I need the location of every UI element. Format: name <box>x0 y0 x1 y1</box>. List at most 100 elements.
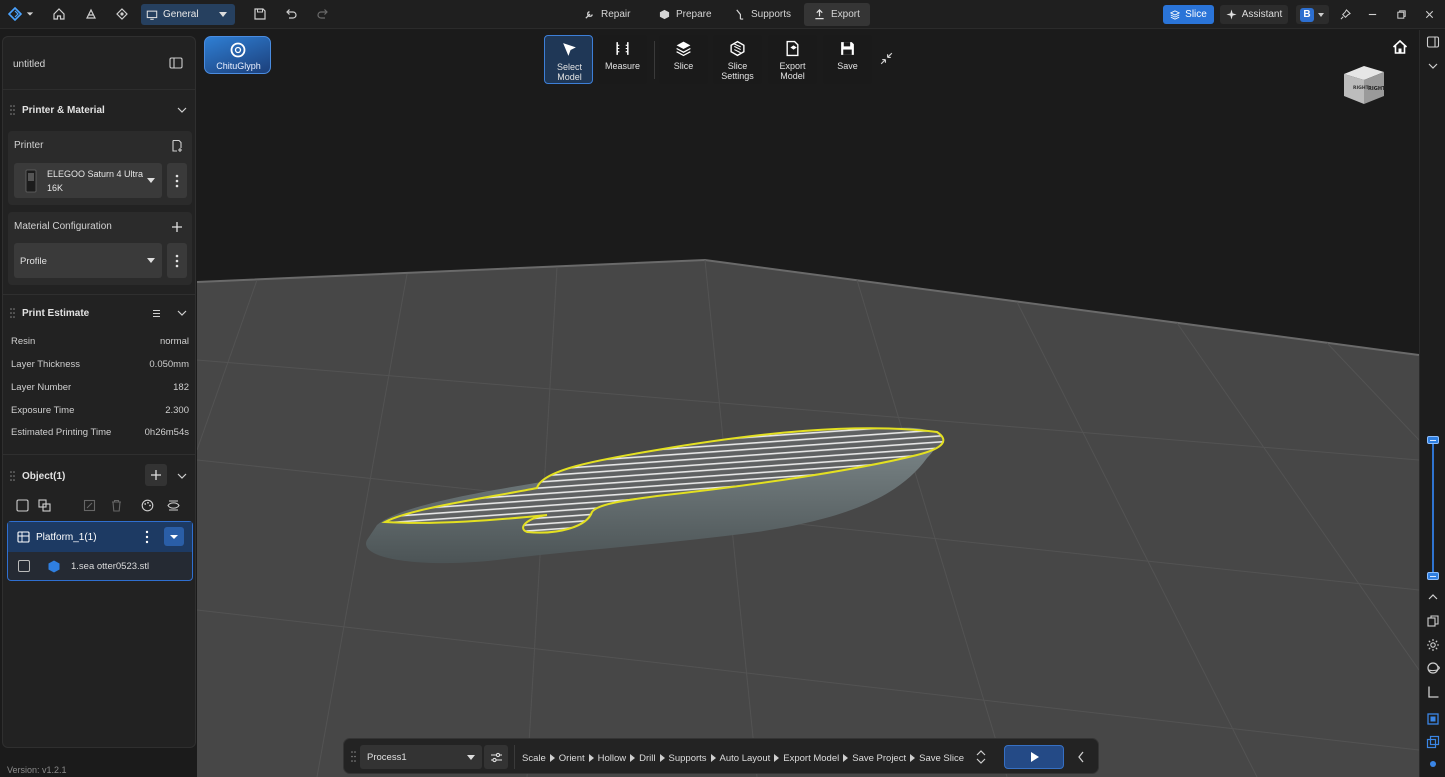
printer-select[interactable]: ELEGOO Saturn 4 Ultra 16K <box>14 163 162 198</box>
process-step[interactable]: Save Slice <box>919 753 964 764</box>
profile-more-button[interactable] <box>167 243 187 278</box>
slice-button[interactable]: Slice <box>1163 5 1214 24</box>
chevron-left-icon[interactable] <box>1077 751 1085 763</box>
collapse-toolbar-icon[interactable] <box>879 51 894 66</box>
restore-icon[interactable] <box>1393 6 1409 22</box>
printer-more-button[interactable] <box>167 163 187 198</box>
project-title: untitled <box>13 59 46 70</box>
save-file-icon[interactable] <box>249 4 271 24</box>
drag-grip-icon[interactable] <box>10 308 15 318</box>
select-all-checkbox[interactable] <box>14 497 30 513</box>
process-step[interactable]: Supports <box>669 753 707 764</box>
select-model-tool[interactable]: Select Model <box>544 35 593 84</box>
printer-material-header[interactable]: Printer & Material <box>3 101 195 121</box>
viewcube-face-label-right: RIGHT <box>1368 86 1386 92</box>
step-arrow-icon <box>910 754 916 762</box>
view-cube[interactable]: RIGHT RIGHT <box>1340 62 1388 108</box>
app-logo-icon[interactable] <box>4 4 26 24</box>
palette-icon[interactable] <box>139 497 155 513</box>
copy-view-icon[interactable] <box>1426 614 1440 628</box>
multi-layer-icon[interactable] <box>1426 735 1440 749</box>
layer-slider-bottom-handle[interactable] <box>1427 572 1439 580</box>
file-checkbox[interactable] <box>18 560 30 572</box>
export-model-icon <box>786 40 799 57</box>
drag-grip-icon[interactable] <box>10 471 15 481</box>
panel-toggle-icon[interactable] <box>1426 35 1440 49</box>
assistant-button[interactable]: Assistant <box>1220 5 1288 24</box>
measure-icon <box>616 42 629 55</box>
process-select[interactable]: Process1 <box>360 745 482 769</box>
account-menu-button[interactable]: B <box>1296 5 1329 24</box>
network-icon[interactable] <box>111 4 133 24</box>
tab-export[interactable]: Export <box>804 3 870 26</box>
layer-view-icon[interactable] <box>1426 712 1440 726</box>
orbit-icon[interactable] <box>1426 661 1440 675</box>
group-select-icon[interactable] <box>36 497 52 513</box>
3d-viewport[interactable] <box>197 30 1419 777</box>
app-menu-chevron-icon[interactable] <box>24 4 36 24</box>
platform-row[interactable]: Platform_1(1) <box>8 522 192 552</box>
run-process-button[interactable] <box>1004 745 1064 769</box>
drag-grip-icon[interactable] <box>351 751 356 762</box>
visibility-icon[interactable] <box>165 497 181 513</box>
minimize-icon[interactable] <box>1364 6 1380 22</box>
close-icon[interactable] <box>1421 6 1437 22</box>
print-estimate-header[interactable]: Print Estimate <box>3 304 195 324</box>
tab-supports[interactable]: Supports <box>724 3 801 26</box>
redo-icon[interactable] <box>312 4 334 24</box>
add-object-button[interactable] <box>145 464 167 486</box>
process-step[interactable]: Scale <box>522 753 546 764</box>
chevron-down-icon[interactable] <box>176 471 188 481</box>
save-tool[interactable]: Save <box>823 35 872 84</box>
pin-icon[interactable] <box>1337 6 1353 22</box>
process-step[interactable]: Drill <box>639 753 655 764</box>
undo-icon[interactable] <box>280 4 302 24</box>
measure-tool[interactable]: Measure <box>598 35 647 84</box>
chevron-up-icon[interactable] <box>1426 590 1440 604</box>
arrange-icon[interactable] <box>81 497 97 513</box>
export-model-tool[interactable]: Export Model <box>768 35 817 84</box>
kebab-menu-icon[interactable] <box>144 530 150 544</box>
file-row[interactable]: 1.sea otter0523.stl <box>8 552 192 580</box>
gear-icon[interactable] <box>1426 638 1440 652</box>
swap-vertical-icon[interactable] <box>974 749 988 765</box>
chevron-down-icon[interactable] <box>176 105 188 115</box>
plus-icon[interactable] <box>170 220 184 234</box>
list-icon[interactable] <box>152 309 161 318</box>
workspace-select[interactable]: General <box>141 4 235 25</box>
tool-workflow-icon[interactable] <box>80 4 102 24</box>
process-step[interactable]: Hollow <box>598 753 627 764</box>
layer-slider-track[interactable] <box>1432 440 1434 576</box>
object-toolbar <box>3 495 195 515</box>
slice-settings-tool[interactable]: Slice Settings <box>713 35 762 84</box>
printer-add-icon[interactable] <box>170 139 184 153</box>
objects-header[interactable]: Object(1) <box>3 464 195 487</box>
platform-icon <box>17 531 30 543</box>
sidebar-toggle-icon[interactable] <box>169 57 183 69</box>
process-step[interactable]: Export Model <box>783 753 839 764</box>
process-step[interactable]: Orient <box>559 753 585 764</box>
chituglyph-button[interactable]: ChituGlyph <box>204 36 271 74</box>
home-icon[interactable] <box>48 4 70 24</box>
top-bar: General Repair Prepare Supports Export S… <box>0 0 1445 29</box>
ruler-angle-icon[interactable] <box>1426 685 1440 699</box>
chevron-down-icon[interactable] <box>1426 59 1440 73</box>
process-settings-button[interactable] <box>484 745 508 769</box>
home-view-icon[interactable] <box>1392 39 1408 55</box>
chevron-down-icon[interactable] <box>176 308 188 318</box>
trash-icon[interactable] <box>108 497 124 513</box>
slice-tool[interactable]: Slice <box>659 35 708 84</box>
dot-indicator-icon[interactable] <box>1426 757 1440 771</box>
step-arrow-icon <box>774 754 780 762</box>
section-divider <box>3 294 195 295</box>
wrench-icon <box>585 11 593 19</box>
layer-slider-top-handle[interactable] <box>1427 436 1439 444</box>
platform-expand-button[interactable] <box>164 527 184 546</box>
drag-grip-icon[interactable] <box>10 105 15 115</box>
export-model-label: Export Model <box>779 61 806 81</box>
profile-select[interactable]: Profile <box>14 243 162 278</box>
process-step[interactable]: Save Project <box>852 753 906 764</box>
tab-repair[interactable]: Repair <box>574 3 640 26</box>
tab-prepare[interactable]: Prepare <box>649 3 722 26</box>
process-step[interactable]: Auto Layout <box>720 753 771 764</box>
